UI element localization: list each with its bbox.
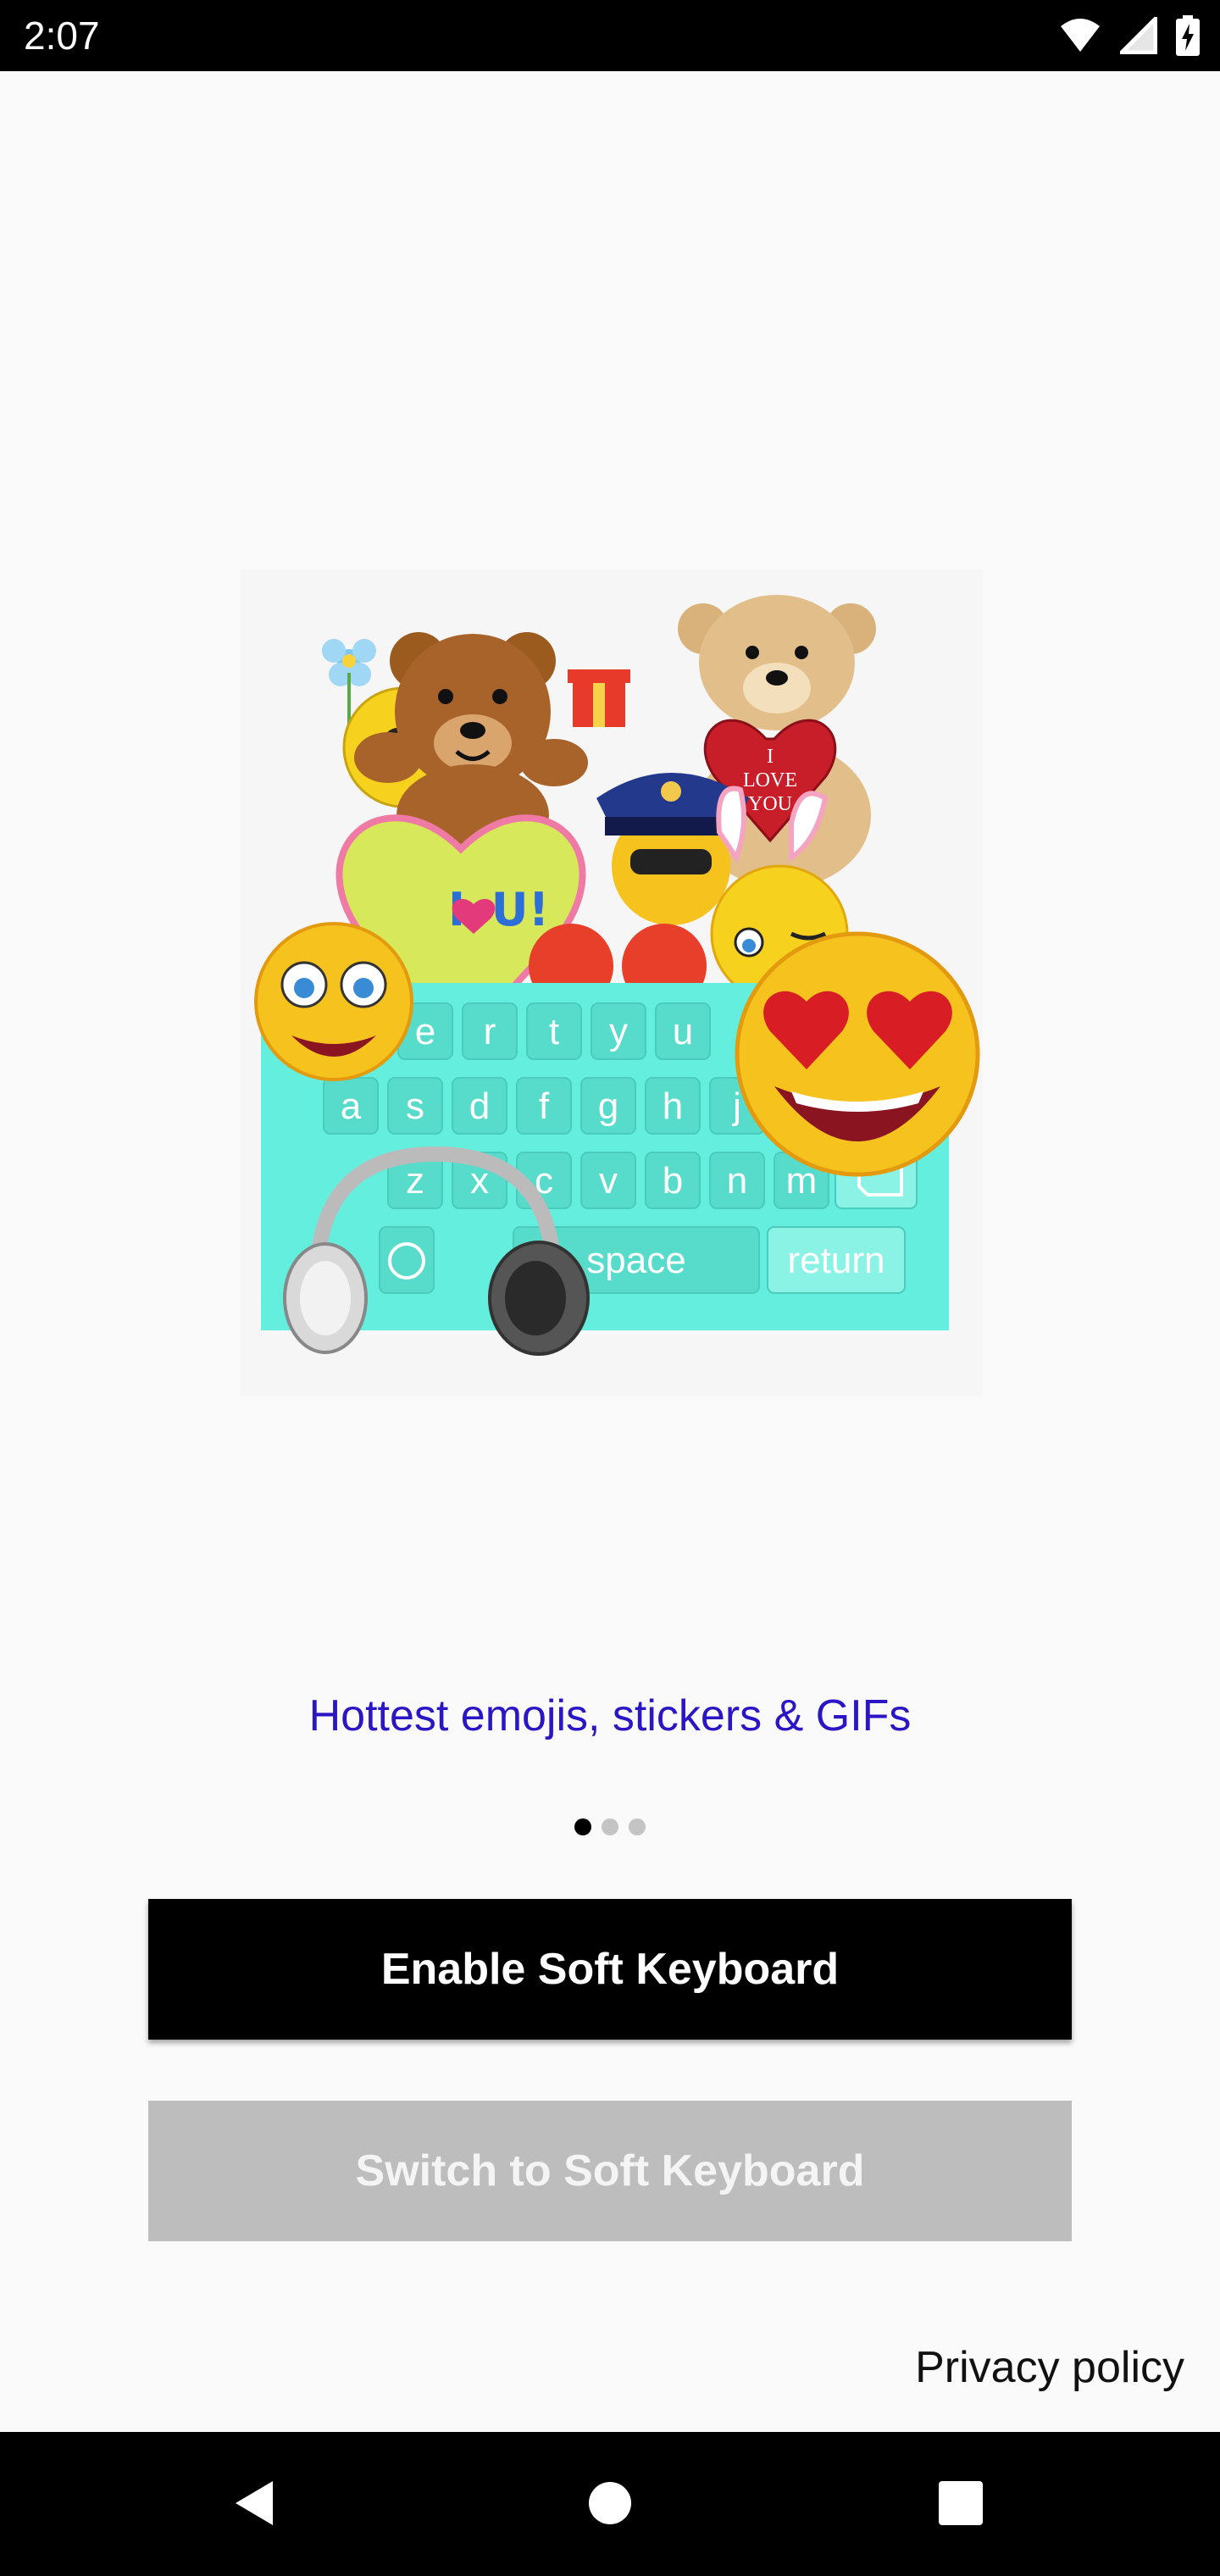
tagline-text: Hottest emojis, stickers & GIFs xyxy=(308,1691,912,1740)
status-bar: 2:07 xyxy=(0,0,1220,71)
key-t: t xyxy=(549,1011,559,1052)
key-h: h xyxy=(663,1085,683,1127)
emoji-keyboard-illustration: I LOVE YOU I U! xyxy=(241,569,983,1396)
key-j: j xyxy=(731,1085,741,1127)
gift-icon xyxy=(568,669,630,727)
cell-signal-icon xyxy=(1120,17,1157,54)
enable-soft-keyboard-button[interactable]: Enable Soft Keyboard xyxy=(148,1899,1072,2040)
svg-text:U!: U! xyxy=(491,883,549,936)
key-r: r xyxy=(484,1011,496,1052)
key-e: e xyxy=(415,1011,435,1052)
key-d: d xyxy=(469,1085,490,1127)
key-n: n xyxy=(727,1160,747,1202)
home-icon[interactable] xyxy=(588,2481,632,2525)
key-a: a xyxy=(341,1085,362,1127)
key-s: s xyxy=(406,1085,424,1127)
svg-text:LOVE: LOVE xyxy=(743,769,797,791)
key-return: return xyxy=(788,1240,885,1281)
page-dot-2 xyxy=(602,1818,618,1835)
page-dot-1 xyxy=(574,1818,591,1835)
heart-eyes-emoji-icon xyxy=(735,931,980,1177)
page-indicator xyxy=(0,1818,1220,1839)
switch-to-soft-keyboard-button[interactable]: Switch to Soft Keyboard xyxy=(148,2101,1072,2241)
key-b: b xyxy=(663,1160,683,1202)
wifi-icon xyxy=(1061,19,1100,52)
svg-text:YOU: YOU xyxy=(748,793,792,815)
privacy-policy-link[interactable]: Privacy policy xyxy=(915,2337,1184,2398)
key-f: f xyxy=(539,1085,550,1127)
surprised-emoji-icon xyxy=(254,922,413,1081)
recents-icon[interactable] xyxy=(939,2481,983,2525)
key-v: v xyxy=(599,1160,618,1202)
key-y: y xyxy=(609,1011,628,1052)
key-u: u xyxy=(673,1011,693,1052)
svg-text:I: I xyxy=(767,746,774,768)
battery-charging-icon xyxy=(1176,15,1200,56)
navigation-bar xyxy=(0,2432,1220,2576)
status-time: 2:07 xyxy=(24,14,100,58)
status-icons xyxy=(1059,14,1200,58)
hero-illustration: I LOVE YOU I U! xyxy=(241,569,983,1396)
back-icon[interactable] xyxy=(230,2478,278,2529)
key-space: space xyxy=(586,1240,685,1281)
page-dot-3 xyxy=(629,1818,646,1835)
key-z: z xyxy=(406,1160,424,1202)
key-g: g xyxy=(598,1085,618,1127)
